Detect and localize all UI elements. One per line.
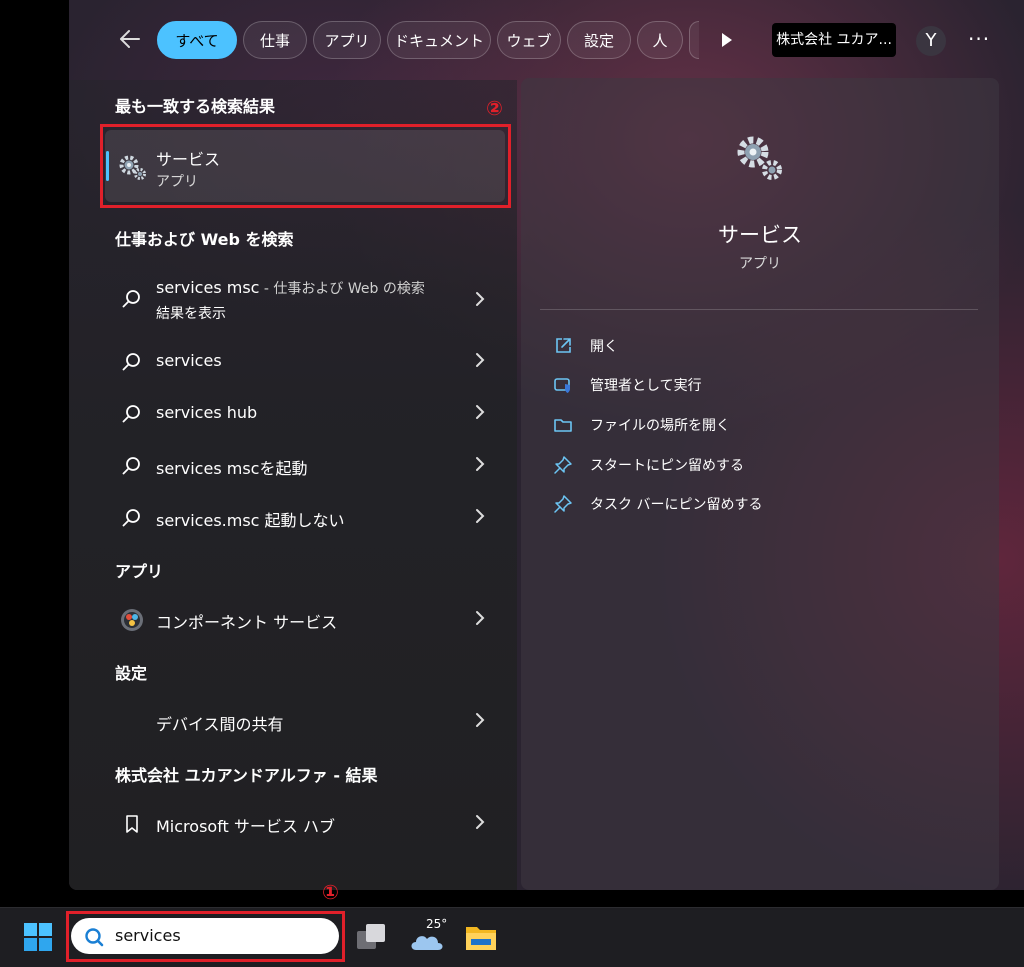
back-arrow-icon[interactable] (117, 26, 143, 52)
services-large-gear-icon (737, 136, 782, 180)
list-item[interactable]: services hub (105, 391, 505, 435)
organization-button[interactable]: 株式会社 ユカア... (772, 23, 896, 57)
list-item[interactable]: services (105, 339, 505, 383)
details-pane (521, 78, 999, 890)
tab-web[interactable]: ウェブ (497, 21, 561, 59)
tab-work[interactable]: 仕事 (243, 21, 307, 59)
search-icon (122, 509, 140, 527)
chevron-right-icon (476, 611, 485, 625)
task-view-icon[interactable] (356, 922, 388, 952)
app-item-label: コンポーネント サービス (156, 613, 338, 632)
web-item-sub: 結果を表示 (156, 306, 226, 322)
search-icon (122, 290, 140, 308)
tab-documents[interactable]: ドキュメント (387, 21, 491, 59)
list-item[interactable]: Microsoft サービス ハブ (105, 801, 505, 845)
org-results-heading: 株式会社 ユカアンドアルファ - 結果 (115, 766, 378, 785)
settings-heading: 設定 (115, 664, 148, 683)
tab-people[interactable]: 人 (637, 21, 683, 59)
search-icon (122, 405, 140, 423)
best-match-heading: 最も一致する検索結果 (115, 97, 276, 116)
web-item-scope: - 仕事および Web の検索 (259, 281, 425, 297)
org-item-label: Microsoft サービス ハブ (156, 817, 335, 836)
chevron-right-icon (476, 292, 485, 306)
scroll-right-icon[interactable] (720, 32, 734, 48)
annotation-box-search (66, 911, 345, 962)
action-pin-start-label: スタートにピン留めする (590, 458, 744, 474)
chevron-right-icon (476, 353, 485, 367)
details-subtitle: アプリ (739, 256, 781, 272)
web-search-heading: 仕事および Web を検索 (115, 230, 294, 249)
web-item-label: services.msc 起動しない (156, 511, 345, 530)
list-item[interactable]: デバイス間の共有 (105, 699, 505, 743)
file-explorer-icon[interactable] (465, 922, 497, 952)
web-item-query: services msc (156, 278, 260, 297)
settings-item-label: デバイス間の共有 (156, 715, 284, 734)
pin-icon (554, 456, 572, 474)
list-item[interactable]: services.msc 起動しない (105, 495, 505, 539)
open-external-icon (556, 338, 571, 353)
bookmark-icon (126, 815, 138, 833)
annotation-1: ① (322, 880, 339, 904)
web-item-label: services (156, 351, 222, 370)
chevron-right-icon (476, 457, 485, 471)
tab-all[interactable]: すべて (157, 21, 237, 59)
list-item[interactable]: services msc - 仕事および Web の検索 結果を表示 (105, 278, 505, 326)
chevron-right-icon (476, 815, 485, 829)
shield-admin-icon (554, 378, 570, 393)
chevron-right-icon (476, 509, 485, 523)
details-title: サービス (718, 223, 802, 247)
annotation-2: ② (486, 96, 503, 120)
annotation-box-best-match (100, 124, 511, 208)
more-options-icon[interactable]: ··· (968, 26, 990, 52)
chevron-right-icon (476, 405, 485, 419)
weather-temperature: 25° (426, 917, 448, 931)
windows-start-icon[interactable] (23, 922, 53, 952)
action-run-as-admin-label: 管理者として実行 (590, 378, 702, 394)
action-open-file-location-label: ファイルの場所を開く (590, 418, 730, 434)
list-item[interactable]: コンポーネント サービス (105, 597, 505, 641)
action-pin-taskbar-label: タスク バーにピン留めする (590, 497, 763, 513)
folder-icon (554, 419, 572, 432)
search-icon (122, 353, 140, 371)
tab-overflow[interactable] (689, 21, 699, 59)
tab-settings[interactable]: 設定 (567, 21, 631, 59)
avatar[interactable]: Y (916, 26, 946, 56)
search-icon (122, 457, 140, 475)
web-item-label: services hub (156, 403, 258, 422)
apps-heading: アプリ (115, 562, 164, 581)
details-divider (540, 309, 978, 310)
list-item[interactable]: services mscを起動 (105, 443, 505, 487)
action-open-label: 開く (590, 339, 618, 355)
chevron-right-icon (476, 713, 485, 727)
tab-apps[interactable]: アプリ (313, 21, 381, 59)
pin-icon (554, 495, 572, 513)
component-services-icon (121, 609, 143, 631)
web-item-label: services mscを起動 (156, 459, 308, 478)
